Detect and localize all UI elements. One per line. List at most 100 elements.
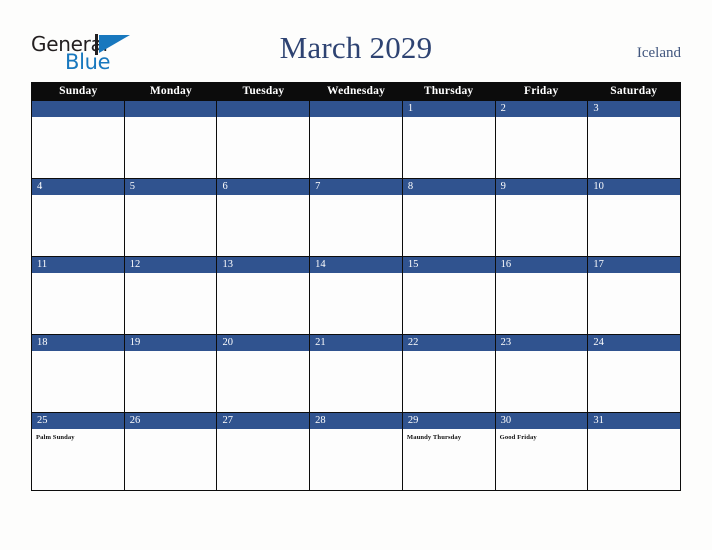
calendar-day-cell[interactable]: 15 <box>401 257 495 334</box>
calendar-day-cell[interactable]: 10 <box>587 179 681 256</box>
calendar-day-cell[interactable]: 18 <box>32 335 124 412</box>
calendar-week-row: 4 5 6 7 8 9 10 <box>32 178 681 256</box>
calendar-day-cell[interactable]: 29 Maundy Thursday <box>401 413 495 490</box>
calendar-day-cell[interactable]: 26 <box>123 413 217 490</box>
calendar-day-cell[interactable]: 23 <box>494 335 588 412</box>
day-events <box>310 273 402 334</box>
calendar-day-cell[interactable]: 25 Palm Sunday <box>32 413 124 490</box>
calendar-day-cell[interactable]: 16 <box>494 257 588 334</box>
day-events <box>588 273 680 334</box>
weekday-header-monday: Monday <box>149 85 192 97</box>
weekday-header-wednesday: Wednesday <box>327 85 386 97</box>
calendar-day-cell[interactable]: 3 <box>587 101 681 178</box>
day-events: Good Friday <box>496 429 588 490</box>
day-events <box>125 195 217 256</box>
day-number: 20 <box>217 335 310 351</box>
calendar-day-cell[interactable]: 7 <box>309 179 402 256</box>
day-number: 17 <box>588 257 681 273</box>
day-number: 22 <box>402 335 495 351</box>
calendar-day-cell[interactable]: 20 <box>216 335 310 412</box>
day-events <box>125 117 217 178</box>
day-number: 6 <box>217 179 310 195</box>
day-number: 30 <box>495 413 588 429</box>
day-number: 13 <box>217 257 310 273</box>
day-number: 4 <box>32 179 124 195</box>
day-number: 9 <box>495 179 588 195</box>
calendar-day-cell[interactable]: 14 <box>309 257 402 334</box>
day-events <box>496 117 588 178</box>
day-number: 27 <box>217 413 310 429</box>
day-events <box>32 273 124 334</box>
page-title: March 2029 <box>279 30 433 65</box>
day-number: 16 <box>495 257 588 273</box>
calendar-day-cell[interactable]: 12 <box>123 257 217 334</box>
calendar-day-cell[interactable]: 6 <box>216 179 310 256</box>
calendar-day-cell[interactable]: 2 <box>494 101 588 178</box>
day-number <box>124 101 217 117</box>
calendar-page: General Blue March 2029 Iceland Sunday M… <box>0 0 712 550</box>
day-number: 26 <box>124 413 217 429</box>
calendar-day-cell-empty <box>32 101 124 178</box>
calendar-grid: Sunday Monday Tuesday Wednesday Thursday… <box>31 82 681 491</box>
weekday-header-tuesday: Tuesday <box>242 85 285 97</box>
day-number <box>217 101 310 117</box>
day-number: 7 <box>310 179 402 195</box>
day-number: 23 <box>495 335 588 351</box>
day-events: Maundy Thursday <box>403 429 495 490</box>
calendar-day-cell[interactable]: 24 <box>587 335 681 412</box>
day-number: 11 <box>32 257 124 273</box>
weekday-header-sunday: Sunday <box>59 85 98 97</box>
calendar-day-cell[interactable]: 11 <box>32 257 124 334</box>
day-events <box>403 117 495 178</box>
calendar-day-cell[interactable]: 31 <box>587 413 681 490</box>
calendar-day-cell[interactable]: 22 <box>401 335 495 412</box>
day-events <box>310 117 402 178</box>
day-number: 28 <box>310 413 402 429</box>
day-events <box>125 351 217 412</box>
calendar-day-cell[interactable]: 13 <box>216 257 310 334</box>
day-events <box>310 429 402 490</box>
day-number: 31 <box>588 413 681 429</box>
day-events <box>32 117 124 178</box>
calendar-day-cell-empty <box>123 101 217 178</box>
day-number: 1 <box>402 101 495 117</box>
day-number: 10 <box>588 179 681 195</box>
day-events <box>496 195 588 256</box>
holiday-label: Maundy Thursday <box>406 434 462 441</box>
day-number: 8 <box>402 179 495 195</box>
calendar-day-cell-empty <box>216 101 310 178</box>
day-events <box>588 351 680 412</box>
calendar-day-cell[interactable]: 8 <box>401 179 495 256</box>
weekday-header-row: Sunday Monday Tuesday Wednesday Thursday… <box>32 82 680 101</box>
calendar-day-cell[interactable]: 4 <box>32 179 124 256</box>
day-number: 15 <box>402 257 495 273</box>
day-events <box>217 195 309 256</box>
day-events <box>496 273 588 334</box>
day-events <box>496 351 588 412</box>
calendar-day-cell[interactable]: 21 <box>309 335 402 412</box>
calendar-day-cell[interactable]: 17 <box>587 257 681 334</box>
holiday-label: Good Friday <box>499 434 537 441</box>
day-events <box>32 195 124 256</box>
calendar-week-row: 25 Palm Sunday 26 27 28 29 Maundy Thursday 30 Go… <box>32 412 681 490</box>
calendar-week-row: 18 19 20 21 22 23 24 <box>32 334 681 412</box>
day-events: Palm Sunday <box>32 429 124 490</box>
calendar-day-cell[interactable]: 27 <box>216 413 310 490</box>
day-number: 19 <box>124 335 217 351</box>
calendar-day-cell[interactable]: 30 Good Friday <box>494 413 588 490</box>
weekday-header-thursday: Thursday <box>423 85 474 97</box>
day-events <box>217 273 309 334</box>
calendar-day-cell[interactable]: 1 <box>401 101 495 178</box>
day-number: 3 <box>588 101 681 117</box>
calendar-week-row: 123 <box>32 101 681 178</box>
day-number <box>310 101 402 117</box>
day-number: 5 <box>124 179 217 195</box>
calendar-day-cell[interactable]: 5 <box>123 179 217 256</box>
calendar-day-cell[interactable]: 28 <box>309 413 402 490</box>
day-number: 24 <box>588 335 681 351</box>
weekday-header-friday: Friday <box>523 85 559 97</box>
day-events <box>217 429 309 490</box>
calendar-day-cell[interactable]: 19 <box>123 335 217 412</box>
day-number: 18 <box>32 335 124 351</box>
calendar-day-cell[interactable]: 9 <box>494 179 588 256</box>
